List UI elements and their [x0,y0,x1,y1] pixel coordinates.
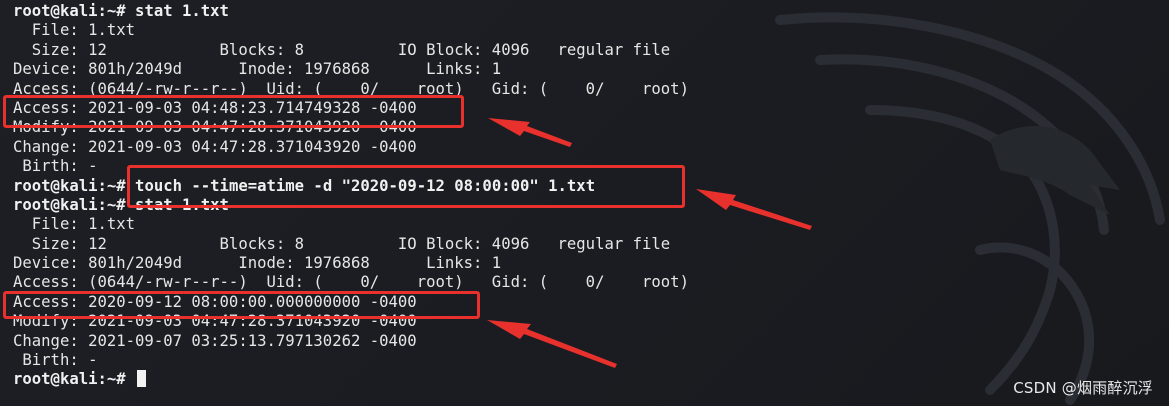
terminal-command-line: root@kali:~# [13,370,689,389]
terminal-output-line: Modify: 2021-09-03 04:47:28.371043920 -0… [13,118,689,137]
terminal-output-line: Device: 801h/2049d Inode: 1976868 Links:… [13,254,689,273]
csdn-watermark: CSDN @烟雨醉沉浮 [1013,379,1153,397]
terminal-output-line: Access: (0644/-rw-r--r--) Uid: ( 0/ root… [13,80,689,99]
output-text: Change: 2021-09-03 04:47:28.371043920 -0… [13,137,417,156]
shell-prompt: root@kali:~# [13,195,126,214]
output-text: Modify: 2021-09-03 04:47:28.371043920 -0… [13,118,417,137]
terminal-output-line: File: 1.txt [13,21,689,40]
output-text: Size: 12 Blocks: 8 IO Block: 4096 regula… [13,234,671,253]
output-text: File: 1.txt [13,21,136,40]
terminal-cursor[interactable] [137,370,147,388]
terminal-output-line: Birth: - [13,351,689,370]
terminal-output-line: Modify: 2021-09-03 04:47:28.371043920 -0… [13,312,689,331]
terminal-output-line: Birth: - [13,157,689,176]
terminal-output-line: Device: 801h/2049d Inode: 1976868 Links:… [13,60,689,79]
output-text: Birth: - [13,157,98,176]
terminal-output-line: Access: 2021-09-03 04:48:23.714749328 -0… [13,99,689,118]
output-text: Birth: - [13,351,98,370]
output-text: Access: 2020-09-12 08:00:00.000000000 -0… [13,292,417,311]
terminal-output-line: Size: 12 Blocks: 8 IO Block: 4096 regula… [13,235,689,254]
output-text: File: 1.txt [13,215,136,234]
shell-prompt: root@kali:~# [13,370,126,389]
output-text: Size: 12 Blocks: 8 IO Block: 4096 regula… [13,40,671,59]
shell-command: stat 1.txt [125,195,229,214]
terminal-output-line: Access: (0644/-rw-r--r--) Uid: ( 0/ root… [13,273,689,292]
terminal-command-line: root@kali:~# touch --time=atime -d "2020… [13,177,689,196]
shell-prompt: root@kali:~# [13,2,126,20]
red-arrow-icon [696,189,812,230]
output-text: Access: (0644/-rw-r--r--) Uid: ( 0/ root… [13,79,689,98]
terminal-command-line: root@kali:~# stat 1.txt [13,196,689,215]
terminal-output: root@kali:~# stat 1.txt File: 1.txt Size… [13,2,689,390]
shell-command: stat 1.txt [125,2,229,20]
terminal-output-line: File: 1.txt [13,215,689,234]
terminal-output-line: Change: 2021-09-07 03:25:13.797130262 -0… [13,332,689,351]
output-text: Access: (0644/-rw-r--r--) Uid: ( 0/ root… [13,273,689,292]
output-text: Access: 2021-09-03 04:48:23.714749328 -0… [13,98,417,117]
kali-dragon-logo-icon [775,12,1165,405]
output-text: Device: 801h/2049d Inode: 1976868 Links:… [13,254,502,273]
shell-prompt: root@kali:~# [13,176,126,195]
output-text: Change: 2021-09-07 03:25:13.797130262 -0… [13,331,417,350]
terminal-output-line: Access: 2020-09-12 08:00:00.000000000 -0… [13,293,689,312]
output-text: Device: 801h/2049d Inode: 1976868 Links:… [13,60,502,79]
terminal-window[interactable]: root@kali:~# stat 1.txt File: 1.txt Size… [0,0,1169,406]
terminal-output-line: Change: 2021-09-03 04:47:28.371043920 -0… [13,138,689,157]
output-text: Modify: 2021-09-03 04:47:28.371043920 -0… [13,312,417,331]
shell-command: touch --time=atime -d "2020-09-12 08:00:… [125,176,596,195]
shell-command [126,370,135,388]
terminal-command-line: root@kali:~# stat 1.txt [13,2,689,21]
terminal-output-line: Size: 12 Blocks: 8 IO Block: 4096 regula… [13,41,689,60]
